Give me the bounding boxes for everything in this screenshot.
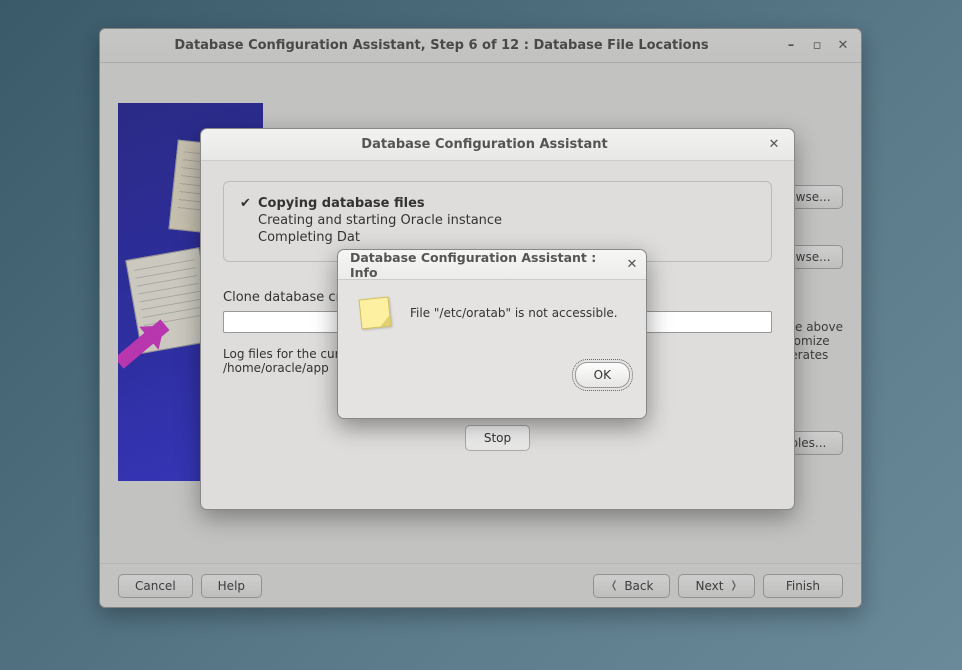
- info-dialog-title: Database Configuration Assistant : Info: [350, 250, 616, 280]
- main-window-title: Database Configuration Assistant, Step 6…: [108, 38, 775, 53]
- finish-button[interactable]: Finish: [763, 574, 843, 598]
- info-message: File "/etc/oratab" is not accessible.: [410, 306, 618, 320]
- main-titlebar: Database Configuration Assistant, Step 6…: [100, 29, 861, 63]
- next-button[interactable]: Next❭: [678, 574, 754, 598]
- progress-titlebar: Database Configuration Assistant ✕: [201, 129, 794, 161]
- info-dialog: Database Configuration Assistant : Info …: [337, 249, 647, 419]
- progress-step-2: Creating and starting Oracle instance: [240, 213, 755, 228]
- progress-close-button[interactable]: ✕: [764, 135, 784, 155]
- checkmark-icon: ✔: [240, 196, 252, 211]
- progress-step-1: ✔ Copying database files: [240, 196, 755, 211]
- stop-button[interactable]: Stop: [465, 425, 530, 451]
- info-titlebar: Database Configuration Assistant : Info …: [338, 250, 646, 280]
- close-button[interactable]: ✕: [833, 36, 853, 56]
- ok-button[interactable]: OK: [575, 362, 630, 388]
- info-body: File "/etc/oratab" is not accessible. OK: [338, 280, 646, 418]
- arrow-left-icon: ❬: [610, 580, 618, 591]
- info-close-button[interactable]: ✕: [622, 255, 642, 275]
- cancel-button[interactable]: Cancel: [118, 574, 193, 598]
- back-button[interactable]: ❬Back: [593, 574, 671, 598]
- progress-dialog-title: Database Configuration Assistant: [211, 137, 758, 152]
- wizard-footer: Cancel Help ❬Back Next❭ Finish: [100, 563, 861, 607]
- arrow-right-icon: ❭: [729, 580, 737, 591]
- note-icon: [359, 297, 392, 330]
- help-button[interactable]: Help: [201, 574, 262, 598]
- maximize-button[interactable]: ▫: [807, 36, 827, 56]
- progress-step-3: Completing Dat: [240, 230, 755, 245]
- minimize-button[interactable]: –: [781, 36, 801, 56]
